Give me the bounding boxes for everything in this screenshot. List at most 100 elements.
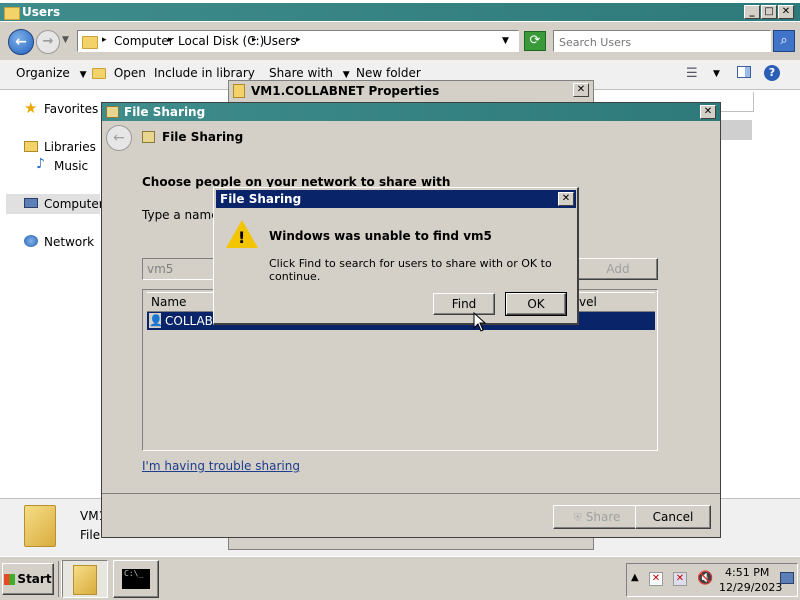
open-button[interactable]: Open — [92, 66, 146, 80]
share-with-menu[interactable]: Share with ▼ — [269, 66, 350, 80]
nav-computer[interactable]: Computer — [44, 197, 104, 211]
search-button[interactable]: ⌕ — [773, 30, 795, 52]
music-icon: ♪ — [36, 156, 45, 172]
forward-arrow-icon: → — [42, 34, 54, 49]
show-hidden-icons-icon[interactable]: ▲ — [631, 572, 639, 583]
user-icon: 👤 — [149, 313, 163, 328]
share-button[interactable]: ⛨ Share — [553, 505, 641, 529]
chevron-down-icon: ▼ — [79, 70, 87, 80]
organize-label: Organize — [16, 66, 70, 80]
file-sharing-close-button[interactable]: ✕ — [700, 105, 716, 119]
type-name-label: Type a name — [142, 208, 219, 222]
add-button[interactable]: Add — [578, 258, 658, 280]
share-with-label: Share with — [269, 66, 333, 80]
history-chevron-icon[interactable]: ▼ — [62, 35, 69, 45]
libraries-icon — [24, 141, 38, 152]
action-center-icon[interactable]: ✕ — [649, 572, 663, 586]
file-sharing-title: File Sharing — [124, 105, 206, 119]
nav-music[interactable]: Music — [54, 159, 88, 173]
volume-muted-icon[interactable]: 🔇 — [697, 571, 713, 586]
properties-title-bar[interactable]: VM1.COLLABNET Properties — [229, 81, 593, 101]
taskbar-cmd-button[interactable]: C:\_ — [113, 560, 159, 598]
error-message-body: Click Find to search for users to share … — [269, 257, 552, 283]
column-name-header[interactable]: Name — [151, 295, 186, 309]
clock-time[interactable]: 4:51 PM — [725, 566, 769, 579]
large-folder-icon — [24, 505, 56, 547]
column-level-header[interactable]: vel — [579, 295, 597, 309]
breadcrumb-computer[interactable]: Computer — [114, 34, 174, 48]
address-dropdown-icon[interactable]: ▼ — [502, 36, 509, 46]
search-input[interactable] — [557, 33, 766, 51]
properties-close-button[interactable]: ✕ — [573, 83, 589, 97]
computer-icon — [24, 198, 38, 208]
forward-button[interactable]: → — [36, 30, 60, 54]
explorer-title-bar[interactable]: Users — [0, 3, 800, 21]
breadcrumb-sep-icon: ▸ — [296, 35, 301, 45]
wizard-back-button[interactable]: ← — [106, 125, 132, 151]
file-sharing-title-bar[interactable]: File Sharing — [102, 103, 720, 121]
add-button-label: Add — [606, 262, 630, 276]
back-button[interactable]: ← — [8, 29, 34, 55]
cancel-button[interactable]: Cancel — [635, 505, 711, 529]
breadcrumb-sep-icon: ▸ — [102, 35, 107, 45]
back-arrow-icon: ← — [15, 34, 27, 50]
properties-app-icon — [233, 84, 245, 98]
explorer-folder-icon — [73, 565, 97, 595]
network-status-icon[interactable]: ✕ — [673, 572, 687, 586]
ok-button[interactable]: OK — [505, 292, 567, 316]
minimize-button[interactable]: _ — [744, 5, 760, 19]
include-in-library-label: Include in library — [154, 66, 255, 80]
ok-button-label: OK — [527, 297, 545, 311]
breadcrumb-users[interactable]: Users — [263, 34, 297, 48]
new-folder-label: New folder — [356, 66, 421, 80]
nav-network[interactable]: Network — [44, 235, 94, 249]
mouse-cursor-icon — [473, 312, 487, 332]
address-bar[interactable]: ▸ Computer ▸ Local Disk (C:) ▸ Users ▸ ▼ — [77, 30, 519, 52]
refresh-button[interactable]: ⟳ — [524, 31, 546, 51]
error-message-title: Windows was unable to find vm5 — [269, 229, 492, 243]
error-dialog-title-bar[interactable]: File Sharing — [216, 190, 576, 208]
search-icon: ⌕ — [780, 33, 788, 48]
wizard-header-title: File Sharing — [162, 130, 244, 144]
help-icon[interactable]: ? — [764, 65, 780, 81]
preview-pane-icon[interactable] — [737, 66, 751, 78]
organize-menu[interactable]: Organize ▼ — [16, 66, 87, 80]
breadcrumb-sep-icon: ▸ — [252, 35, 257, 45]
start-button[interactable]: Start — [2, 563, 54, 595]
sharing-app-icon — [106, 106, 119, 118]
refresh-icon: ⟳ — [529, 33, 541, 48]
properties-title: VM1.COLLABNET Properties — [251, 84, 440, 98]
address-folder-icon — [82, 35, 98, 49]
chevron-down-icon: ▼ — [342, 70, 350, 80]
show-desktop-icon[interactable] — [780, 572, 794, 584]
details-type: File — [80, 528, 101, 542]
error-dialog-close-button[interactable]: ✕ — [558, 192, 574, 206]
breadcrumb-sep-icon: ▸ — [168, 35, 173, 45]
explorer-title: Users — [22, 5, 61, 19]
folder-icon — [4, 6, 20, 20]
include-in-library-menu[interactable]: Include in library — [154, 66, 255, 80]
windows-logo-icon — [4, 574, 16, 585]
trouble-sharing-link[interactable]: I'm having trouble sharing — [142, 459, 300, 473]
share-button-label: Share — [585, 510, 621, 524]
star-icon: ★ — [24, 99, 38, 117]
network-icon — [24, 235, 38, 247]
open-label: Open — [113, 66, 146, 80]
shield-icon: ⛨ — [573, 511, 582, 524]
view-options-icon[interactable]: ☰ — [686, 66, 698, 81]
nav-libraries[interactable]: Libraries — [44, 140, 96, 154]
cmd-icon: C:\_ — [122, 569, 150, 589]
clock-date[interactable]: 12/29/2023 — [719, 581, 782, 594]
view-chevron-icon[interactable]: ▼ — [713, 69, 720, 79]
maximize-button[interactable]: □ — [761, 5, 777, 19]
taskbar: Start C:\_ ▲ ✕ ✕ 🔇 4:51 PM 12/29/2023 — [0, 556, 800, 600]
error-dialog-title: File Sharing — [220, 192, 302, 206]
name-input[interactable]: vm5 — [142, 258, 220, 280]
taskbar-explorer-button[interactable] — [62, 560, 108, 598]
start-label: Start — [17, 572, 52, 586]
nav-favorites[interactable]: Favorites — [44, 102, 98, 116]
close-button[interactable]: ✕ — [778, 5, 794, 19]
back-arrow-icon: ← — [113, 130, 125, 146]
new-folder-button[interactable]: New folder — [356, 66, 421, 80]
search-box[interactable] — [553, 30, 771, 52]
